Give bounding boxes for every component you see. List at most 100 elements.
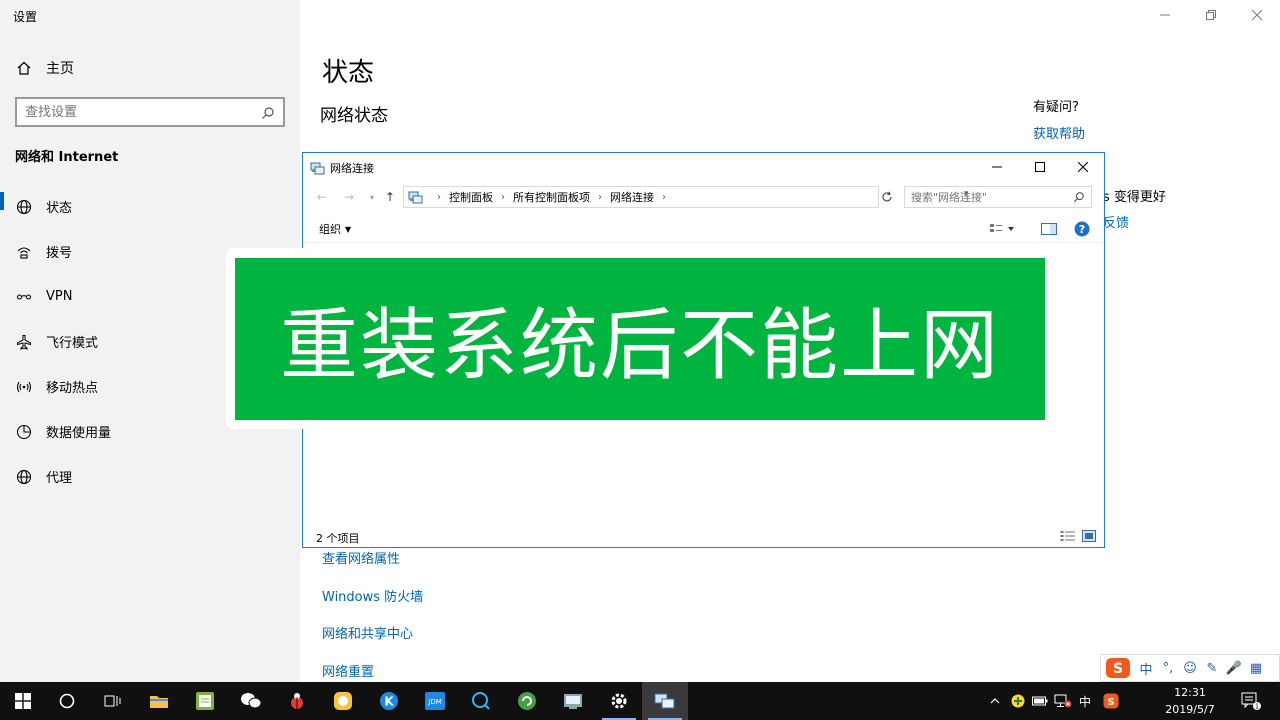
organize-menu-button[interactable]: 组织 ▼ [319, 221, 351, 237]
up-button[interactable]: ↑ [381, 187, 399, 207]
home-label: 主页 [46, 61, 74, 77]
details-view-icon[interactable] [1060, 530, 1076, 542]
jdm-app-icon: JDM [425, 692, 445, 710]
breadcrumb-network-connections[interactable]: 网络连接 [610, 189, 654, 205]
search-icon[interactable] [1073, 191, 1085, 203]
dialup-icon [16, 244, 32, 260]
sogou-tray-icon[interactable]: S [1100, 682, 1122, 720]
close-button[interactable] [1234, 0, 1280, 30]
app-button-yellow[interactable] [320, 682, 366, 720]
network-connections-icon [310, 161, 325, 176]
network-links: 查看网络属性 Windows 防火墙 网络和共享中心 网络重置 [322, 550, 423, 700]
minimize-icon [1160, 14, 1170, 16]
explorer-maximize-button[interactable] [1018, 153, 1061, 181]
globe-icon [16, 469, 32, 485]
cortana-button[interactable] [44, 682, 90, 720]
maximize-icon [1034, 162, 1045, 172]
data-usage-icon [16, 424, 32, 440]
breadcrumb-all-items[interactable]: 所有控制面板项 [513, 189, 590, 205]
get-help-link[interactable]: 获取帮助 [1033, 123, 1085, 142]
control-panel-icon [408, 190, 423, 205]
file-explorer-button[interactable] [136, 682, 182, 720]
microphone-icon[interactable]: 🎤 [1223, 657, 1245, 679]
app-title: 设置 [13, 10, 38, 24]
change-view-button[interactable] [989, 221, 1015, 237]
explorer-toolbar: 组织 ▼ ? [303, 215, 1104, 243]
installer-app-icon [564, 694, 582, 709]
clock-time: 12:31 [1174, 686, 1206, 699]
restore-icon [1206, 10, 1216, 20]
chevron-down-icon: ▼ [345, 224, 352, 234]
battery-tray-button[interactable] [1030, 682, 1050, 720]
home-nav-item[interactable]: 主页 [16, 58, 74, 78]
view-network-properties-link[interactable]: 查看网络属性 [322, 550, 423, 588]
svg-text:?: ? [1079, 223, 1085, 236]
preview-pane-icon [1041, 223, 1057, 235]
address-bar[interactable]: › 控制面板 › 所有控制面板项 › 网络连接 › ▾ [403, 186, 969, 208]
chevron-up-icon [990, 698, 1000, 704]
breadcrumb-separator-icon: › [598, 191, 602, 203]
explorer-minimize-button[interactable] [975, 153, 1018, 181]
action-center-button[interactable]: 1 [1236, 682, 1266, 720]
search-icon[interactable] [261, 105, 275, 119]
taskbar-clock[interactable]: 12:31 2019/5/7 [1160, 684, 1220, 718]
forward-button[interactable]: → [340, 187, 358, 207]
restore-button[interactable] [1188, 0, 1234, 30]
nav-item-proxy[interactable]: 代理 [0, 454, 300, 499]
notification-icon: 1 [1241, 692, 1261, 710]
task-view-button[interactable] [90, 682, 136, 720]
nav-item-label: 代理 [46, 471, 73, 486]
large-icons-view-icon[interactable] [1082, 530, 1096, 542]
settings-taskbar-button[interactable] [596, 682, 642, 720]
handwriting-icon[interactable]: ✎ [1201, 657, 1223, 679]
windows-firewall-link[interactable]: Windows 防火墙 [322, 588, 423, 626]
breadcrumb-control-panel[interactable]: 控制面板 [449, 189, 493, 205]
tray-app-icon[interactable] [1008, 682, 1028, 720]
settings-search-box[interactable] [15, 97, 285, 127]
browser-button[interactable] [458, 682, 504, 720]
up-arrow-icon: ↑ [384, 190, 396, 204]
help-button[interactable]: ? [1074, 221, 1090, 237]
show-hidden-icons-button[interactable] [986, 682, 1004, 720]
explorer-close-button[interactable] [1061, 153, 1104, 181]
vpn-icon [16, 289, 32, 305]
address-row: ← → ▾ ↑ › 控制面板 › 所有控制面板项 › 网络连接 › ▾ [303, 185, 1104, 209]
tray-ime-indicator[interactable]: 中 [1076, 682, 1094, 720]
sogou-logo-icon[interactable]: S [1101, 657, 1135, 679]
explorer-search-box[interactable] [904, 186, 1092, 208]
minimize-button[interactable] [1142, 0, 1188, 30]
breadcrumb-separator-icon: › [662, 191, 666, 203]
back-button[interactable]: ← [313, 187, 331, 207]
emoji-icon[interactable]: ☺ [1179, 657, 1201, 679]
notes-app-icon [196, 692, 214, 710]
kugou-button[interactable]: K [366, 682, 412, 720]
network-sharing-center-link[interactable]: 网络和共享中心 [322, 625, 423, 663]
svg-text:JDM: JDM [427, 698, 442, 706]
ime-toolbar: S 中 °, ☺ ✎ 🎤 ▦ [1100, 654, 1280, 682]
explorer-search-input[interactable] [911, 190, 1073, 204]
svg-text:K: K [384, 695, 394, 709]
ime-chinese-mode[interactable]: 中 [1135, 657, 1157, 679]
network-tray-button[interactable] [1052, 682, 1074, 720]
security-app-button[interactable] [504, 682, 550, 720]
start-button[interactable] [0, 682, 46, 720]
notes-app-button[interactable] [182, 682, 228, 720]
green-circle-app-icon [518, 692, 536, 710]
ime-punctuation-mode[interactable]: °, [1157, 657, 1179, 679]
nav-item-status[interactable]: 状态 [0, 184, 300, 229]
wechat-button[interactable] [228, 682, 274, 720]
svg-text:S: S [1107, 697, 1114, 708]
preview-pane-button[interactable] [1041, 221, 1057, 237]
k-app-icon: K [380, 692, 398, 710]
refresh-button[interactable] [878, 186, 896, 208]
installer-app-button[interactable] [550, 682, 596, 720]
network-connections-taskbar-button[interactable] [642, 682, 688, 720]
settings-search-input[interactable] [25, 104, 261, 120]
feedback-link[interactable]: 反馈 [1103, 212, 1129, 231]
folder-icon [150, 696, 168, 708]
recent-locations-button[interactable]: ▾ [363, 187, 381, 207]
media-app-button[interactable] [274, 682, 320, 720]
settings-caption-buttons [1142, 0, 1280, 30]
jdm-button[interactable]: JDM [412, 682, 458, 720]
ime-toolbox-icon[interactable]: ▦ [1245, 657, 1267, 679]
